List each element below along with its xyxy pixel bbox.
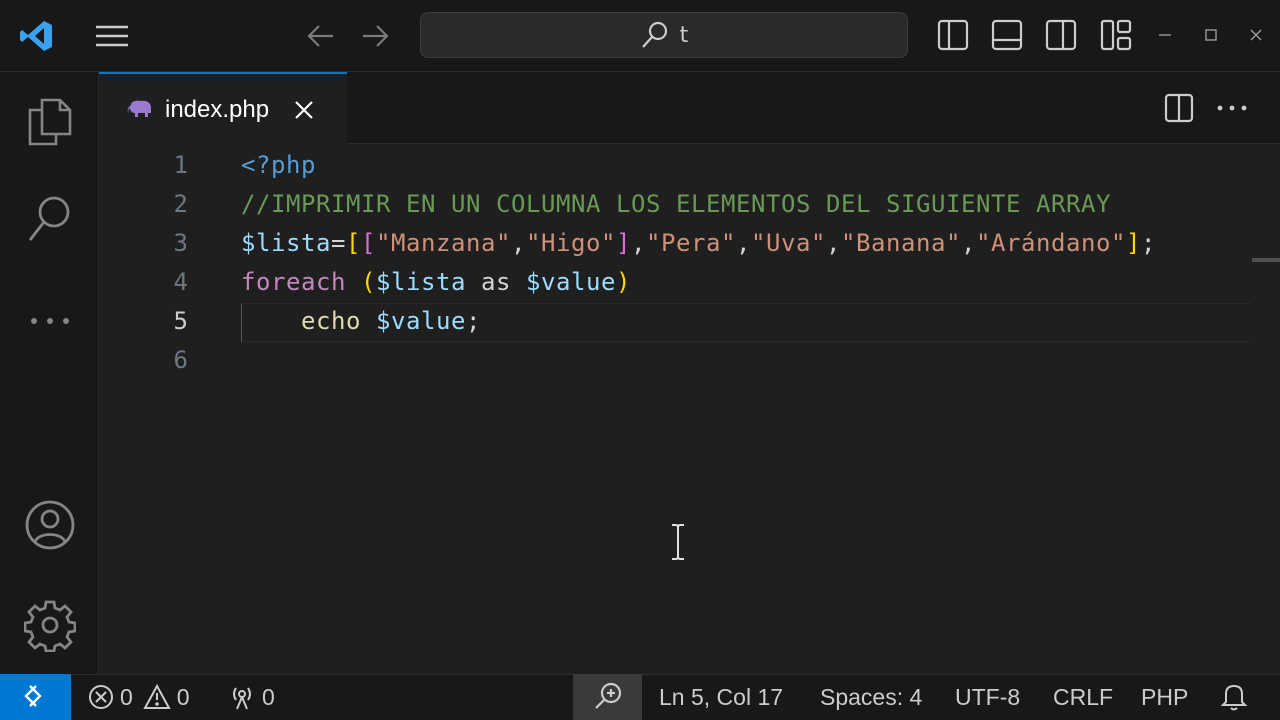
code-token: $value [526,268,616,296]
code-token: "Manzana" [376,229,511,257]
cursor-position[interactable]: Ln 5, Col 17 [659,674,783,720]
code-token: echo [301,307,361,335]
line-number: 3 [173,229,188,257]
command-center-text: t [679,22,689,48]
tab-label: index.php [165,95,270,123]
command-center-search[interactable]: t [420,12,908,58]
activity-bar [0,72,99,674]
code-token: , [961,229,976,257]
search-sidebar-icon[interactable] [26,194,74,246]
eol-setting[interactable]: CRLF [1053,674,1113,720]
tab-index-php[interactable]: index.php [99,72,347,145]
code-token: ; [466,307,481,335]
code-token: = [331,229,346,257]
code-token: ) [616,268,631,296]
toggle-primary-sidebar-icon[interactable] [937,18,969,52]
problems-indicator[interactable]: 0 0 [88,674,190,720]
search-icon [640,20,670,50]
split-editor-icon[interactable] [1164,93,1194,123]
language-mode[interactable]: PHP [1141,674,1188,720]
warning-count: 0 [176,683,190,710]
ports-indicator[interactable]: 0 [228,674,275,720]
scrollbar-cursor-marker[interactable] [1252,258,1280,262]
code-token: ] [616,229,631,257]
code-line[interactable]: foreach ($lista as $value) [241,263,631,302]
code-token: [ [361,229,376,257]
code-token: "Pera" [646,229,736,257]
line-number: 2 [173,190,188,218]
line-number: 1 [173,151,188,179]
error-count: 0 [120,683,133,710]
code-token: ( [361,268,376,296]
broadcast-icon [228,683,256,711]
code-token: "Arándano" [976,229,1126,257]
close-tab-icon[interactable] [293,99,315,121]
code-token: "Higo" [526,229,616,257]
code-line[interactable]: $lista=[["Manzana","Higo"],"Pera","Uva",… [241,224,1156,263]
forward-arrow-icon[interactable] [360,22,390,50]
accounts-icon[interactable] [24,498,76,552]
code-token: "Uva" [751,229,826,257]
maximize-icon[interactable] [1204,24,1218,46]
vscode-logo-icon [18,18,54,54]
zoom-indicator[interactable] [573,674,642,720]
error-icon [88,684,114,710]
toggle-panel-icon[interactable] [991,18,1023,52]
ports-count: 0 [262,683,275,710]
code-token: foreach [241,268,346,296]
line-number: 5 [173,307,188,335]
remote-icon [24,685,42,707]
close-window-icon[interactable] [1249,24,1263,46]
code-line[interactable]: echo $value; [241,302,481,341]
text-cursor-icon [668,522,688,562]
line-number: 4 [173,268,188,296]
encoding-setting[interactable]: UTF-8 [955,674,1020,720]
code-token: <?php [241,151,316,179]
menu-icon[interactable] [94,22,130,50]
more-views-icon[interactable] [28,306,72,336]
explorer-icon[interactable] [26,96,74,148]
code-token: ] [1126,229,1141,257]
code-token: "Banana" [841,229,961,257]
code-token: [ [346,229,361,257]
code-token: , [631,229,646,257]
more-actions-icon[interactable] [1216,96,1248,120]
remote-indicator[interactable] [0,674,71,720]
notifications-bell-icon[interactable] [1220,682,1248,712]
code-line[interactable]: <?php [241,146,316,185]
line-number: 6 [173,346,188,374]
php-elephant-icon [127,99,153,121]
settings-gear-icon[interactable] [24,598,76,652]
toggle-secondary-sidebar-icon[interactable] [1045,18,1077,52]
code-token: as [466,268,526,296]
code-token: $lista [241,229,331,257]
code-token: $value [376,307,466,335]
code-token: , [511,229,526,257]
code-token: $lista [376,268,466,296]
indentation-setting[interactable]: Spaces: 4 [820,674,922,720]
code-token: //IMPRIMIR EN UN COLUMNA LOS ELEMENTOS D… [241,190,1111,218]
zoom-in-icon [595,682,622,709]
minimize-icon[interactable] [1158,24,1172,46]
code-token: , [826,229,841,257]
customize-layout-icon[interactable] [1100,18,1132,52]
code-line[interactable]: //IMPRIMIR EN UN COLUMNA LOS ELEMENTOS D… [241,185,1111,224]
back-arrow-icon[interactable] [306,22,336,50]
warning-icon [143,684,171,710]
code-token: ; [1141,229,1156,257]
code-token: , [736,229,751,257]
